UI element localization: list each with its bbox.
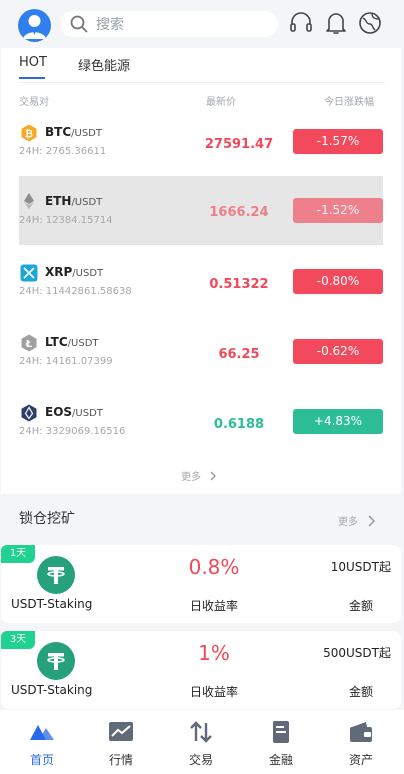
tether-icon [37,556,75,594]
search-icon [70,15,88,33]
daily-rate-label: 日收益率 [189,599,238,613]
avatar[interactable] [18,9,51,42]
tab-green-energy[interactable]: 绿色能源 [78,55,130,74]
amount-label: 金额 [348,685,373,699]
bell-icon[interactable] [323,10,349,36]
bitcoin-icon: ₿ [21,124,37,142]
volume-24h: 24H: 14161.07399 [19,356,113,367]
nav-finance[interactable]: 金融 [241,710,321,774]
amount-label: 金额 [348,599,373,613]
column-header-price: 最新价 [206,97,236,108]
top-bar: 搜索 [0,0,404,48]
staking-card[interactable]: 1天 USDT-Staking 0.8% 日收益率 10USDT起 金额 [1,545,401,623]
last-price: 66.25 [218,347,260,362]
market-card: HOT 绿色能源 交易对 最新价 今日涨跌幅 ₿ BTC/USDT 24H: 2… [1,48,401,494]
column-header-change: 今日涨跌幅 [324,97,374,108]
market-row-ltc[interactable]: Ł LTC/USDT 24H: 14161.07399 66.25 -0.62% [19,328,383,386]
change-badge: -0.62% [293,339,383,364]
market-row-eth[interactable]: ETH/USDT 24H: 12384.15714 1666.24 -1.52% [19,176,383,245]
trade-icon [190,721,212,743]
globe-icon[interactable] [357,10,383,36]
market-row-eos[interactable]: EOS/USDT 24H: 3329069.16516 0.6188 +4.83… [19,398,383,456]
pair-label: EOS/USDT [45,405,103,419]
change-badge: -1.57% [293,129,383,154]
minimum-amount: 500USDT起 [323,646,391,660]
daily-rate-label: 日收益率 [189,685,238,699]
nav-assets[interactable]: 资产 [321,710,401,774]
minimum-amount: 10USDT起 [330,560,391,574]
bottom-nav: 首页 行情 交易 金融 资产 [0,710,404,774]
eos-icon [21,404,37,422]
nav-trade[interactable]: 交易 [161,710,241,774]
change-badge: +4.83% [293,409,383,434]
duration-tag: 1天 [1,545,35,563]
staking-section-title: 锁仓挖矿 [19,511,75,527]
pair-label: LTC/USDT [45,335,99,349]
home-icon [30,725,54,740]
nav-label: 资产 [348,753,373,767]
column-header-pair: 交易对 [19,97,49,108]
chevron-right-icon [368,515,376,527]
duration-tag: 3天 [1,631,35,649]
headset-icon[interactable] [288,10,314,36]
daily-rate: 1% [198,641,230,665]
last-price: 27591.47 [204,137,274,152]
nav-label: 首页 [29,753,54,767]
volume-24h: 24H: 12384.15714 [19,215,113,226]
active-tab-indicator [19,77,45,79]
staking-more-link[interactable]: 更多 [338,513,377,528]
nav-label: 交易 [188,753,213,767]
last-price: 0.6188 [213,417,265,432]
svg-text:Ł: Ł [25,339,33,350]
tab-hot[interactable]: HOT [19,55,47,70]
nav-label: 行情 [108,753,133,767]
nav-market[interactable]: 行情 [81,710,161,774]
market-more-link[interactable]: 更多 [181,468,218,483]
staking-product-name: USDT-Staking [11,597,93,611]
ethereum-icon [24,193,34,209]
market-row-xrp[interactable]: XRP/USDT 24H: 11442861.58638 0.51322 -0.… [19,258,383,316]
volume-24h: 24H: 2765.36611 [19,146,107,157]
last-price: 0.51322 [209,277,269,292]
staking-product-name: USDT-Staking [11,683,93,697]
market-row-btc[interactable]: ₿ BTC/USDT 24H: 2765.36611 27591.47 -1.5… [19,118,383,176]
chevron-right-icon [210,471,217,481]
finance-icon [273,721,289,743]
change-badge: -1.52% [293,198,383,223]
litecoin-icon: Ł [21,334,37,352]
pair-label: BTC/USDT [45,125,102,139]
search-input[interactable]: 搜索 [60,11,278,37]
xrp-icon [20,264,38,282]
chart-icon [109,722,133,741]
user-icon [23,15,46,39]
pair-label: XRP/USDT [45,265,104,279]
nav-home[interactable]: 首页 [2,710,82,774]
daily-rate: 0.8% [188,555,240,579]
change-badge: -0.80% [293,269,383,294]
tab-divider [19,82,385,83]
search-placeholder: 搜索 [96,17,124,33]
staking-card[interactable]: 3天 USDT-Staking 1% 日收益率 500USDT起 金额 [1,631,401,709]
svg-text:₿: ₿ [25,128,33,140]
wallet-icon [350,722,372,742]
last-price: 1666.24 [209,205,269,220]
tether-icon [37,642,75,680]
pair-label: ETH/USDT [45,194,103,208]
volume-24h: 24H: 11442861.58638 [19,286,132,297]
nav-label: 金融 [268,753,293,767]
volume-24h: 24H: 3329069.16516 [19,426,126,437]
